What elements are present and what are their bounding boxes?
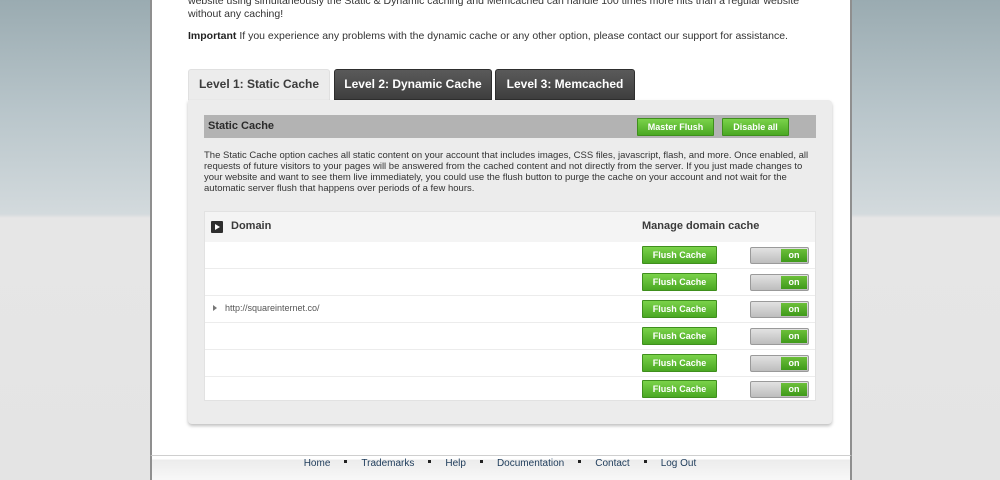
- tab-static-cache[interactable]: Level 1: Static Cache: [188, 69, 330, 101]
- intro-paragraph: website using simultaneously the Static …: [188, 0, 800, 20]
- footer-link-logout[interactable]: Log Out: [661, 458, 697, 469]
- main-content-area: website using simultaneously the Static …: [150, 0, 852, 480]
- cache-toggle[interactable]: on: [750, 247, 809, 264]
- toggle-state: on: [781, 276, 807, 289]
- cache-toggle[interactable]: on: [750, 274, 809, 291]
- tab-dynamic-cache[interactable]: Level 2: Dynamic Cache: [334, 69, 492, 100]
- footer-link-home[interactable]: Home: [304, 458, 331, 469]
- disable-all-button[interactable]: Disable all: [722, 118, 789, 136]
- table-header: Domain Manage domain cache: [205, 212, 815, 242]
- toggle-state: on: [781, 303, 807, 316]
- domain-url: http://squareinternet.co/: [225, 303, 320, 313]
- table-row: Flush Cache on: [205, 269, 815, 296]
- toggle-state: on: [781, 249, 807, 262]
- table-row: Flush Cache on: [205, 376, 815, 402]
- table-row: http://squareinternet.co/ Flush Cache on: [205, 296, 815, 323]
- intro-text: website using simultaneously the Static …: [188, 0, 808, 21]
- footer-separator: [578, 460, 582, 463]
- table-row: Flush Cache on: [205, 242, 815, 269]
- important-label: Important: [188, 30, 237, 42]
- footer-separator: [479, 460, 483, 463]
- footer-link-contact[interactable]: Contact: [595, 458, 629, 469]
- flush-cache-button[interactable]: Flush Cache: [642, 327, 717, 345]
- panel-title: Static Cache: [208, 120, 275, 132]
- table-row: Flush Cache on: [205, 350, 815, 377]
- footer-separator: [344, 460, 348, 463]
- flush-cache-button[interactable]: Flush Cache: [642, 354, 717, 372]
- important-text: If you experience any problems with the …: [236, 30, 788, 42]
- domain-name[interactable]: http://squareinternet.co/: [213, 303, 320, 313]
- master-flush-button[interactable]: Master Flush: [637, 118, 714, 136]
- footer-separator: [643, 460, 647, 463]
- important-note: Important If you experience any problems…: [188, 30, 808, 42]
- flush-cache-button[interactable]: Flush Cache: [642, 246, 717, 264]
- static-cache-panel: Static Cache Master Flush Disable all Th…: [188, 100, 832, 424]
- caret-right-icon: [213, 305, 217, 311]
- expand-all-icon[interactable]: [211, 221, 223, 233]
- flush-cache-button[interactable]: Flush Cache: [642, 273, 717, 291]
- toggle-state: on: [781, 330, 807, 343]
- flush-cache-button[interactable]: Flush Cache: [642, 300, 717, 318]
- column-header-manage: Manage domain cache: [642, 220, 760, 232]
- domain-cache-table: Domain Manage domain cache Flush Cache o…: [204, 211, 816, 401]
- column-header-domain: Domain: [231, 220, 272, 232]
- cache-toggle[interactable]: on: [750, 328, 809, 345]
- toggle-state: on: [781, 383, 807, 396]
- cache-toggle[interactable]: on: [750, 301, 809, 318]
- toggle-state: on: [781, 357, 807, 370]
- cache-toggle[interactable]: on: [750, 381, 809, 398]
- footer-link-documentation[interactable]: Documentation: [497, 458, 564, 469]
- tab-memcached[interactable]: Level 3: Memcached: [495, 69, 635, 100]
- panel-header: Static Cache Master Flush Disable all: [204, 115, 816, 138]
- table-row: Flush Cache on: [205, 323, 815, 350]
- cache-toggle[interactable]: on: [750, 355, 809, 372]
- footer-separator: [428, 460, 432, 463]
- flush-cache-button[interactable]: Flush Cache: [642, 380, 717, 398]
- panel-description: The Static Cache option caches all stati…: [204, 150, 809, 194]
- footer-link-help[interactable]: Help: [445, 458, 466, 469]
- footer-link-trademarks[interactable]: Trademarks: [361, 458, 414, 469]
- footer-links: Home Trademarks Help Documentation Contact Lo…: [0, 458, 1000, 469]
